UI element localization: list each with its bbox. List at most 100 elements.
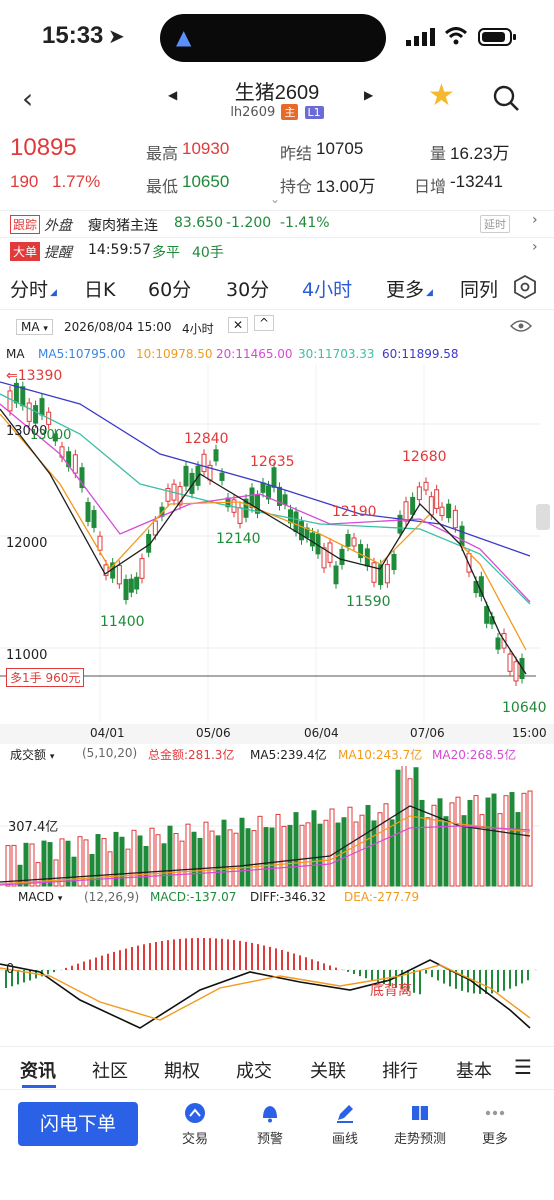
volume-bar [521,792,527,887]
volume-bar [401,766,407,887]
volume-bar [263,827,269,887]
action-dock: 闪电下单 交易 预警 画线 走势预测 更多 [0,1092,554,1200]
candle [321,547,327,569]
macd-chart[interactable] [0,910,554,1042]
prev-settle-value: 10705 [316,139,364,158]
candle [513,661,519,682]
candle [339,548,345,565]
volume-bar [191,831,197,887]
big-order-badge: 大单 [10,242,41,261]
volume-bar [311,810,317,887]
low-label: 最低 [146,179,179,196]
wifi-icon [444,27,468,45]
volume-bar [167,825,173,887]
dea-value: DEA:-277.79 [344,890,420,904]
favorite-star-icon[interactable]: ★ [428,78,455,113]
tab-4hour[interactable]: 4小时 [302,275,352,302]
tab-compare[interactable]: 同列 [460,275,498,302]
big-order-alert-row[interactable]: 大单 提醒 14:59:57 多平 40手 › [0,237,554,263]
candle [116,564,122,585]
tab-ranking[interactable]: 排行 [382,1057,418,1083]
dock-alert[interactable]: 预警 [235,1102,305,1147]
volume-bar [275,813,281,887]
pen-icon [337,1105,353,1123]
candle [26,402,32,422]
battery-icon [478,28,516,46]
tab-related[interactable]: 关联 [310,1057,346,1083]
expand-chevron-icon[interactable]: ⌄ [270,192,280,206]
dock-forecast[interactable]: 走势预测 [385,1102,455,1147]
tab-timeshare[interactable]: 分时 [10,275,48,302]
status-bar: 15:33 ➤ ▲ [0,0,554,76]
external-market-row[interactable]: 跟踪 外盘 瘦肉猪主连 83.650 -1.200 -1.41% 延时 › [0,210,554,236]
candle [446,503,452,519]
tab-fundamentals[interactable]: 基本 [456,1057,492,1083]
volume-bar [203,821,209,887]
volume-bar [233,832,239,887]
eye-icon[interactable] [510,319,532,333]
candle [351,537,357,547]
collapse-icon[interactable]: ^ [254,315,275,331]
dynamic-island [160,14,386,62]
external-label: 外盘 [44,218,72,234]
volume-bar [299,824,305,887]
volume-bar [245,828,251,887]
tab-options[interactable]: 期权 [164,1057,200,1083]
volume-bar [125,848,131,887]
volume-bar [317,823,323,887]
track-badge: 跟踪 [10,215,41,234]
volume-axis-label: 307.4亿 [8,820,59,835]
diff-value: DIFF:-346.32 [250,890,327,904]
settings-hexagon-icon[interactable] [512,274,538,300]
tab-more[interactable]: 更多 [386,275,424,302]
volume-bar [257,815,263,887]
next-contract-icon[interactable]: ▶ [364,88,373,102]
quick-order-button[interactable]: 闪电下单 [18,1102,138,1146]
volume-bar [407,778,413,887]
volume-bar [149,827,155,887]
macd-indicator-select[interactable]: MACD ▾ [18,890,62,904]
candle [333,565,339,585]
dock-label: 走势预测 [393,1132,446,1147]
volume-bar [287,824,293,887]
row-chevron-icon: › [532,212,538,228]
menu-icon[interactable]: ☰ [514,1055,532,1079]
indicator-select[interactable]: MA ▾ [16,319,53,335]
candle [310,532,315,547]
tab-30min[interactable]: 30分 [226,275,269,302]
ma20-value: 20:11465.00 [216,347,293,361]
dock-more[interactable]: 更多 [460,1102,530,1147]
open-interest-value: 13.00万 [316,177,376,196]
tab-daily-k[interactable]: 日K [84,275,115,302]
candle [371,562,377,583]
position-label[interactable]: 多1手 960元 [6,668,85,687]
tab-community[interactable]: 社区 [92,1057,128,1083]
ma5-line [0,408,527,675]
volume-chart[interactable] [0,766,554,888]
candle [183,465,189,487]
candle [423,481,429,491]
tab-trades[interactable]: 成交 [236,1057,272,1083]
tab-60min[interactable]: 60分 [148,275,191,302]
close-crosshair-icon[interactable]: ✕ [228,317,249,333]
annotation-value: 10640 [502,700,547,716]
dock-label: 交易 [181,1132,208,1147]
candle [484,606,490,624]
candle [459,525,465,547]
volume-indicator-select[interactable]: 成交额 ▾ [10,746,54,763]
volume-bar [95,834,101,887]
volume-bar [173,832,179,887]
volume-bar [161,843,167,887]
volume-bar [527,790,533,887]
dock-draw[interactable]: 画线 [310,1102,380,1147]
volume-bar [119,836,125,887]
macd-params: (12,26,9) [84,890,140,904]
dock-trade[interactable]: 交易 [160,1102,230,1147]
candle [416,486,422,501]
ma60-value: 60:11899.58 [382,347,459,361]
annotation-value: 12635 [250,454,295,470]
volume-ma10: MA10:243.7亿 [338,748,423,762]
tab-news[interactable]: 资讯 [20,1057,56,1083]
header: ‹ ◀ 生猪2609 ▶ lh2609 主 L1 ★ [0,76,554,128]
search-icon[interactable] [492,84,520,112]
